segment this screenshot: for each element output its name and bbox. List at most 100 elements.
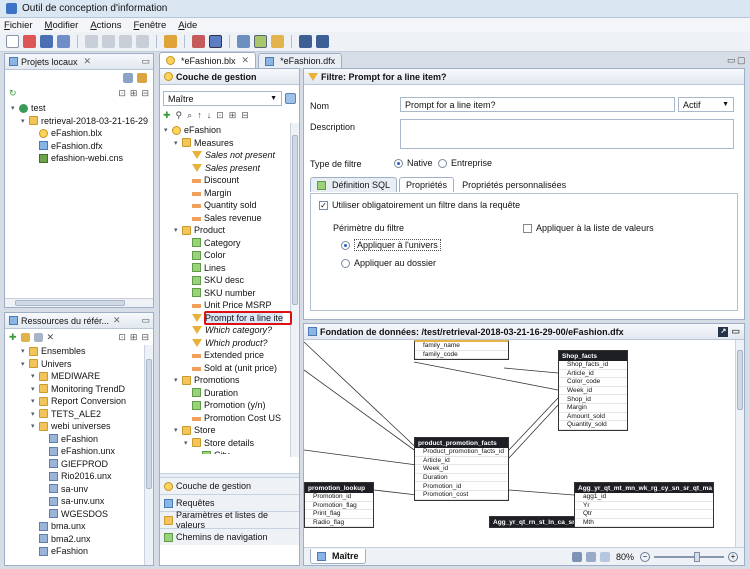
tree-item[interactable]: ▾ Univers (11, 358, 153, 371)
nav-parameters[interactable]: Paramètres et listes de valeurs (160, 510, 299, 530)
radio-native[interactable] (394, 158, 403, 168)
expand-toggle-icon[interactable]: ▾ (184, 439, 192, 447)
tree-item[interactable]: Quantity sold (164, 199, 299, 212)
table-header[interactable]: product_promotion_facts (415, 438, 508, 448)
expand-toggle-icon[interactable]: ▾ (21, 117, 29, 125)
table-column[interactable]: Promotion_flag (305, 502, 373, 511)
copy-icon[interactable] (102, 35, 115, 48)
refresh-icon[interactable]: ↻ (9, 88, 17, 99)
mandatory-filter-option[interactable]: ✓ Utiliser obligatoirement un filtre dans… (319, 200, 520, 210)
tree-item[interactable]: Extended price (164, 349, 299, 362)
paste-icon[interactable] (119, 35, 132, 48)
nav-navigation-paths[interactable]: Chemins de navigation (160, 528, 299, 545)
tree-item[interactable]: Sales not present (164, 149, 299, 162)
tree-item[interactable]: Sales revenue (164, 212, 299, 225)
radio-enterprise[interactable] (438, 158, 447, 168)
tree-item[interactable]: Promotion (y/n) (164, 399, 299, 412)
tree-item[interactable]: Sold at (unit price) (164, 362, 299, 375)
nav-queries[interactable]: Requêtes (160, 494, 299, 511)
table-header[interactable]: promotion_lookup (305, 483, 373, 493)
filter-type-native[interactable]: Native (394, 158, 433, 168)
find-icon[interactable]: ⌕ (187, 110, 192, 121)
close-icon[interactable]: ✕ (84, 56, 92, 67)
table-header[interactable]: Shop_facts (559, 351, 627, 361)
tree-item[interactable]: SKU desc (164, 274, 299, 287)
new-icon[interactable] (6, 35, 19, 48)
table-column[interactable]: Promotion_cost (415, 491, 508, 500)
expand-toggle-icon[interactable]: ▾ (164, 126, 172, 134)
zoom-out-icon[interactable]: − (640, 551, 650, 562)
expand-toggle-icon[interactable]: ▾ (11, 104, 19, 112)
tab-sql-definition[interactable]: Définition SQL (310, 177, 398, 192)
zoom-fit-icon[interactable] (585, 551, 596, 562)
menu-actions[interactable]: Actions (90, 20, 121, 31)
view-select[interactable]: Maître ▼ (163, 91, 283, 106)
table-column[interactable]: agg1_id (575, 493, 713, 502)
close-icon[interactable]: ✕ (242, 55, 250, 66)
tree-item[interactable]: Which product? (164, 337, 299, 350)
tab-efashion-blx[interactable]: *eFashion.blx ✕ (159, 52, 257, 68)
insert-folder-icon[interactable] (20, 332, 30, 342)
table-column[interactable]: Shop_facts_id (559, 361, 627, 370)
perspective-icon[interactable] (209, 35, 222, 48)
expand-icon[interactable]: ⊞ (130, 332, 138, 343)
expand-toggle-icon[interactable]: ▾ (174, 139, 182, 147)
tree-item[interactable]: SKU number (164, 287, 299, 300)
table-column[interactable]: Week_id (559, 387, 627, 396)
expand-toggle-icon[interactable]: ▾ (174, 226, 182, 234)
expand-toggle-icon[interactable]: ▾ (31, 385, 39, 393)
fit-icon[interactable] (571, 551, 582, 562)
table-column[interactable]: Promotion_id (305, 493, 373, 502)
link-editor-icon[interactable] (137, 73, 147, 83)
foundation-table[interactable]: product_promotion_facts Product_promotion… (414, 437, 509, 501)
expand-view-icon[interactable]: ↗ (718, 326, 729, 337)
cut-icon[interactable] (85, 35, 98, 48)
search-icon[interactable] (316, 35, 329, 48)
table-header[interactable]: Agg_yr_qt_mt_mn_wk_rg_cy_sn_sr_qt_ma (575, 483, 713, 493)
table-column[interactable]: Duration (415, 474, 508, 483)
move-down-icon[interactable]: ↓ (207, 110, 212, 120)
delete-icon[interactable] (136, 35, 149, 48)
expand-toggle-icon[interactable]: ▾ (174, 426, 182, 434)
tree-item[interactable]: eFashion.blx (11, 127, 153, 140)
tree-item[interactable]: sa-unv.unx (11, 495, 153, 508)
tree-item[interactable]: ▾ Monitoring TrendD (11, 383, 153, 396)
resources-icon[interactable] (271, 35, 284, 48)
maximize-icon[interactable]: ▢ (737, 55, 746, 66)
nav-business-layer[interactable]: Couche de gestion (160, 477, 299, 494)
expand-toggle-icon[interactable]: ▾ (174, 376, 182, 384)
description-field[interactable] (400, 119, 734, 149)
foundation-table[interactable]: promotion_lookup Promotion_id Promotion_fl… (304, 482, 374, 529)
tree-item[interactable]: ▾ retrieval-2018-03-21-16-29 (11, 115, 153, 128)
query-icon[interactable] (192, 35, 205, 48)
scope-folder-option[interactable]: Appliquer au dossier (341, 258, 436, 268)
menu-aide[interactable]: Aide (178, 20, 197, 31)
tree-item[interactable]: WGESDOS (11, 508, 153, 521)
tree-item[interactable]: eFashion (11, 433, 153, 446)
repository-vscroll[interactable] (144, 345, 153, 565)
menu-fenetre[interactable]: Fenêtre (133, 20, 166, 31)
tab-efashion-dfx[interactable]: *eFashion.dfx (258, 53, 343, 68)
apply-lov-checkbox[interactable] (523, 223, 532, 233)
tree-item[interactable]: eFashion (11, 545, 153, 558)
radio-folder[interactable] (341, 258, 350, 268)
foundation-table[interactable]: Agg_yr_qt_rn_st_ln_ca_sr (489, 516, 577, 528)
tree-item[interactable]: ▾ Measures (164, 137, 299, 150)
insert-icon[interactable]: ✚ (163, 110, 171, 121)
tree-item[interactable]: ▾ Store (164, 424, 299, 437)
expand-toggle-icon[interactable]: ▾ (31, 422, 39, 430)
zoom-slider-thumb[interactable] (694, 551, 700, 562)
collapse-icon[interactable]: ⊟ (141, 88, 149, 99)
save-icon[interactable] (40, 35, 53, 48)
tree-item[interactable]: bma.unx (11, 520, 153, 533)
table-column[interactable]: Quantity_sold (559, 421, 627, 430)
filter-icon[interactable]: ⚲ (176, 110, 183, 121)
tree-item[interactable]: Discount (164, 174, 299, 187)
apply-lov-option[interactable]: Appliquer à la liste de valeurs (523, 223, 654, 233)
tree-item[interactable]: ▾ Promotions (164, 374, 299, 387)
folder-view-icon[interactable]: ⊡ (118, 332, 126, 343)
binoculars-icon[interactable] (299, 35, 312, 48)
close-icon[interactable]: ✕ (113, 315, 121, 326)
collapse-icon[interactable]: ⊟ (141, 332, 149, 343)
tree-item[interactable]: ▾ Report Conversion (11, 395, 153, 408)
